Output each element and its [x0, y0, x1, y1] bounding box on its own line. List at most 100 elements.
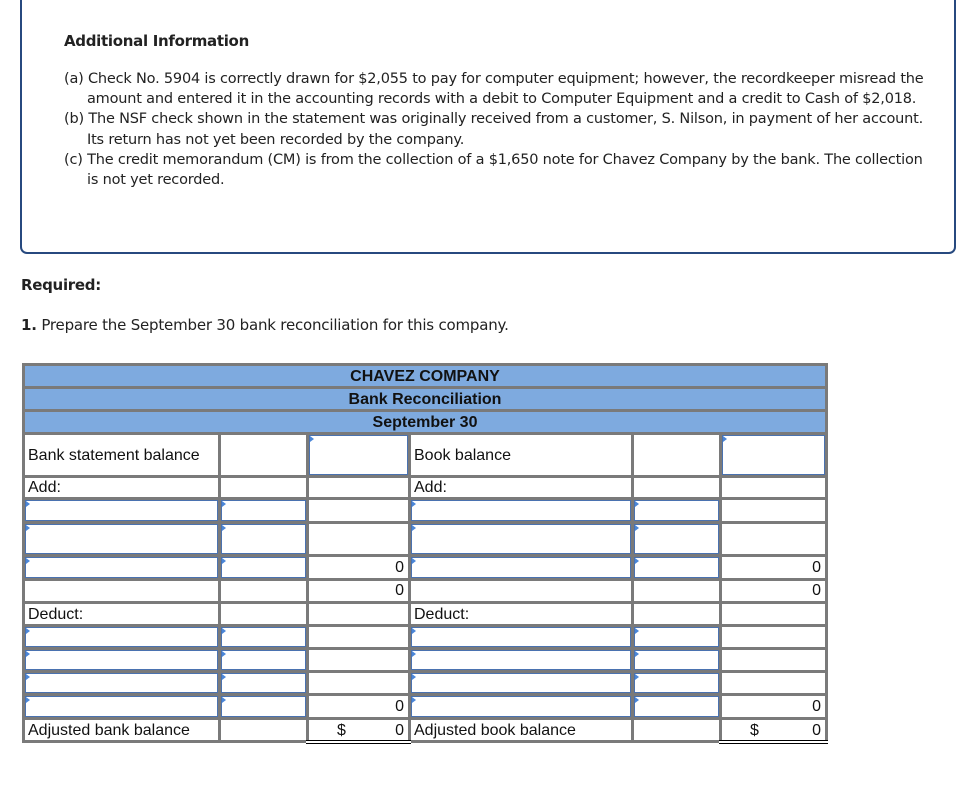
empty-cell: [719, 601, 828, 627]
required-label: Required:: [21, 276, 101, 294]
book-deduct-subtotal: 0: [719, 693, 828, 720]
book-deduct-amount-cell: [631, 670, 722, 696]
empty-cell: [631, 717, 722, 743]
bank-deduct-description-cell: [22, 647, 221, 673]
bank-deduct-amount-cell: [218, 647, 309, 673]
book-add-description-cell: [408, 521, 634, 557]
bank-deduct-description-input[interactable]: [26, 697, 217, 716]
empty-cell: [306, 475, 411, 500]
bank-deduct-amount-input[interactable]: [222, 651, 305, 669]
empty-cell: [218, 432, 309, 478]
book-deduct-amount-input[interactable]: [635, 651, 718, 669]
bank-deduct-amount-cell: [218, 693, 309, 720]
bank-add-amount-input[interactable]: [222, 501, 305, 520]
bank-deduct-amount-input[interactable]: [222, 674, 305, 692]
task-instruction: 1. Prepare the September 30 bank reconci…: [21, 316, 509, 334]
deduct-row: [22, 670, 828, 696]
book-deduct-description-input[interactable]: [412, 674, 630, 692]
empty-cell: [631, 475, 722, 500]
book-add-description-cell: [408, 497, 634, 524]
bank-add-amount-cell: [218, 497, 309, 524]
task-text: Prepare the September 30 bank reconcilia…: [36, 316, 509, 334]
empty-cell: [22, 578, 221, 604]
adjusted-bank-balance-value: 0: [395, 722, 404, 739]
bank-add-total: 0: [306, 578, 411, 604]
book-add-amount-cell: [631, 554, 722, 581]
bank-add-description-input[interactable]: [26, 501, 217, 520]
company-name-header: CHAVEZ COMPANY: [22, 363, 828, 389]
currency-symbol: $: [750, 722, 759, 739]
adjusted-bank-balance-cell: $ 0: [306, 717, 411, 744]
bank-add-description-input[interactable]: [26, 525, 217, 553]
bank-deduct-amount-input[interactable]: [222, 628, 305, 646]
book-add-amount-cell: [631, 497, 722, 524]
book-deduct-amount-cell: [631, 647, 722, 673]
additional-information-title: Additional Information: [64, 32, 249, 50]
add-row: [22, 497, 828, 524]
empty-cell: [719, 647, 828, 673]
book-deduct-description-input[interactable]: [412, 697, 630, 716]
bank-add-label: Add:: [22, 475, 221, 500]
book-deduct-amount-input[interactable]: [635, 697, 718, 716]
add-row: 0 0: [22, 554, 828, 581]
info-item-b: (b) The NSF check shown in the statement…: [64, 111, 924, 148]
bank-deduct-amount-input[interactable]: [222, 697, 305, 716]
bank-add-description-cell: [22, 554, 221, 581]
empty-cell: [218, 717, 309, 743]
bank-add-description-input[interactable]: [26, 558, 217, 577]
empty-cell: [306, 497, 411, 524]
empty-cell: [719, 475, 828, 500]
book-deduct-description-cell: [408, 693, 634, 720]
book-add-description-cell: [408, 554, 634, 581]
book-add-amount-input[interactable]: [635, 558, 718, 577]
bank-statement-balance-label: Bank statement balance: [22, 432, 221, 478]
book-add-description-input[interactable]: [412, 558, 630, 577]
book-add-amount-input[interactable]: [635, 525, 718, 553]
bank-deduct-description-input[interactable]: [26, 674, 217, 692]
book-add-amount-input[interactable]: [635, 501, 718, 520]
adjusted-balance-row: Adjusted bank balance $ 0 Adjusted book …: [22, 717, 828, 744]
book-balance-input[interactable]: [723, 436, 824, 474]
bank-reconciliation-table: CHAVEZ COMPANY Bank Reconciliation Septe…: [22, 363, 828, 744]
statement-title-header: Bank Reconciliation: [22, 386, 828, 412]
book-deduct-description-cell: [408, 647, 634, 673]
bank-add-amount-input[interactable]: [222, 558, 305, 577]
bank-deduct-description-input[interactable]: [26, 651, 217, 669]
bank-deduct-description-cell: [22, 670, 221, 696]
bank-deduct-description-input[interactable]: [26, 628, 217, 646]
book-deduct-description-input[interactable]: [412, 651, 630, 669]
bank-statement-balance-input[interactable]: [310, 436, 407, 474]
additional-information-list: (a) Check No. 5904 is correctly drawn fo…: [64, 69, 924, 190]
bank-add-amount-cell: [218, 554, 309, 581]
book-deduct-amount-input[interactable]: [635, 674, 718, 692]
empty-cell: [306, 670, 411, 696]
empty-cell: [719, 497, 828, 524]
empty-cell: [306, 601, 411, 627]
deduct-row: [22, 647, 828, 673]
empty-cell: [218, 601, 309, 627]
add-total-row: 0 0: [22, 578, 828, 604]
info-item-a: (a) Check No. 5904 is correctly drawn fo…: [64, 71, 924, 108]
empty-cell: [408, 578, 634, 604]
bank-add-amount-input[interactable]: [222, 525, 305, 553]
book-add-subtotal: 0: [719, 554, 828, 581]
bank-add-subtotal: 0: [306, 554, 411, 581]
empty-cell: [306, 521, 411, 557]
book-add-total: 0: [719, 578, 828, 604]
task-number: 1.: [21, 316, 37, 334]
book-deduct-amount-input[interactable]: [635, 628, 718, 646]
bank-deduct-description-cell: [22, 693, 221, 720]
book-add-description-input[interactable]: [412, 525, 630, 553]
book-deduct-description-input[interactable]: [412, 628, 630, 646]
empty-cell: [306, 624, 411, 650]
bank-statement-balance-cell: [306, 432, 411, 478]
book-add-label: Add:: [408, 475, 634, 500]
empty-cell: [719, 670, 828, 696]
book-add-amount-cell: [631, 521, 722, 557]
book-deduct-description-cell: [408, 624, 634, 650]
deduct-label-row: Deduct: Deduct:: [22, 601, 828, 627]
book-add-description-input[interactable]: [412, 501, 630, 520]
adjusted-book-balance-label: Adjusted book balance: [408, 717, 634, 743]
bank-add-description-cell: [22, 497, 221, 524]
bank-add-description-cell: [22, 521, 221, 557]
